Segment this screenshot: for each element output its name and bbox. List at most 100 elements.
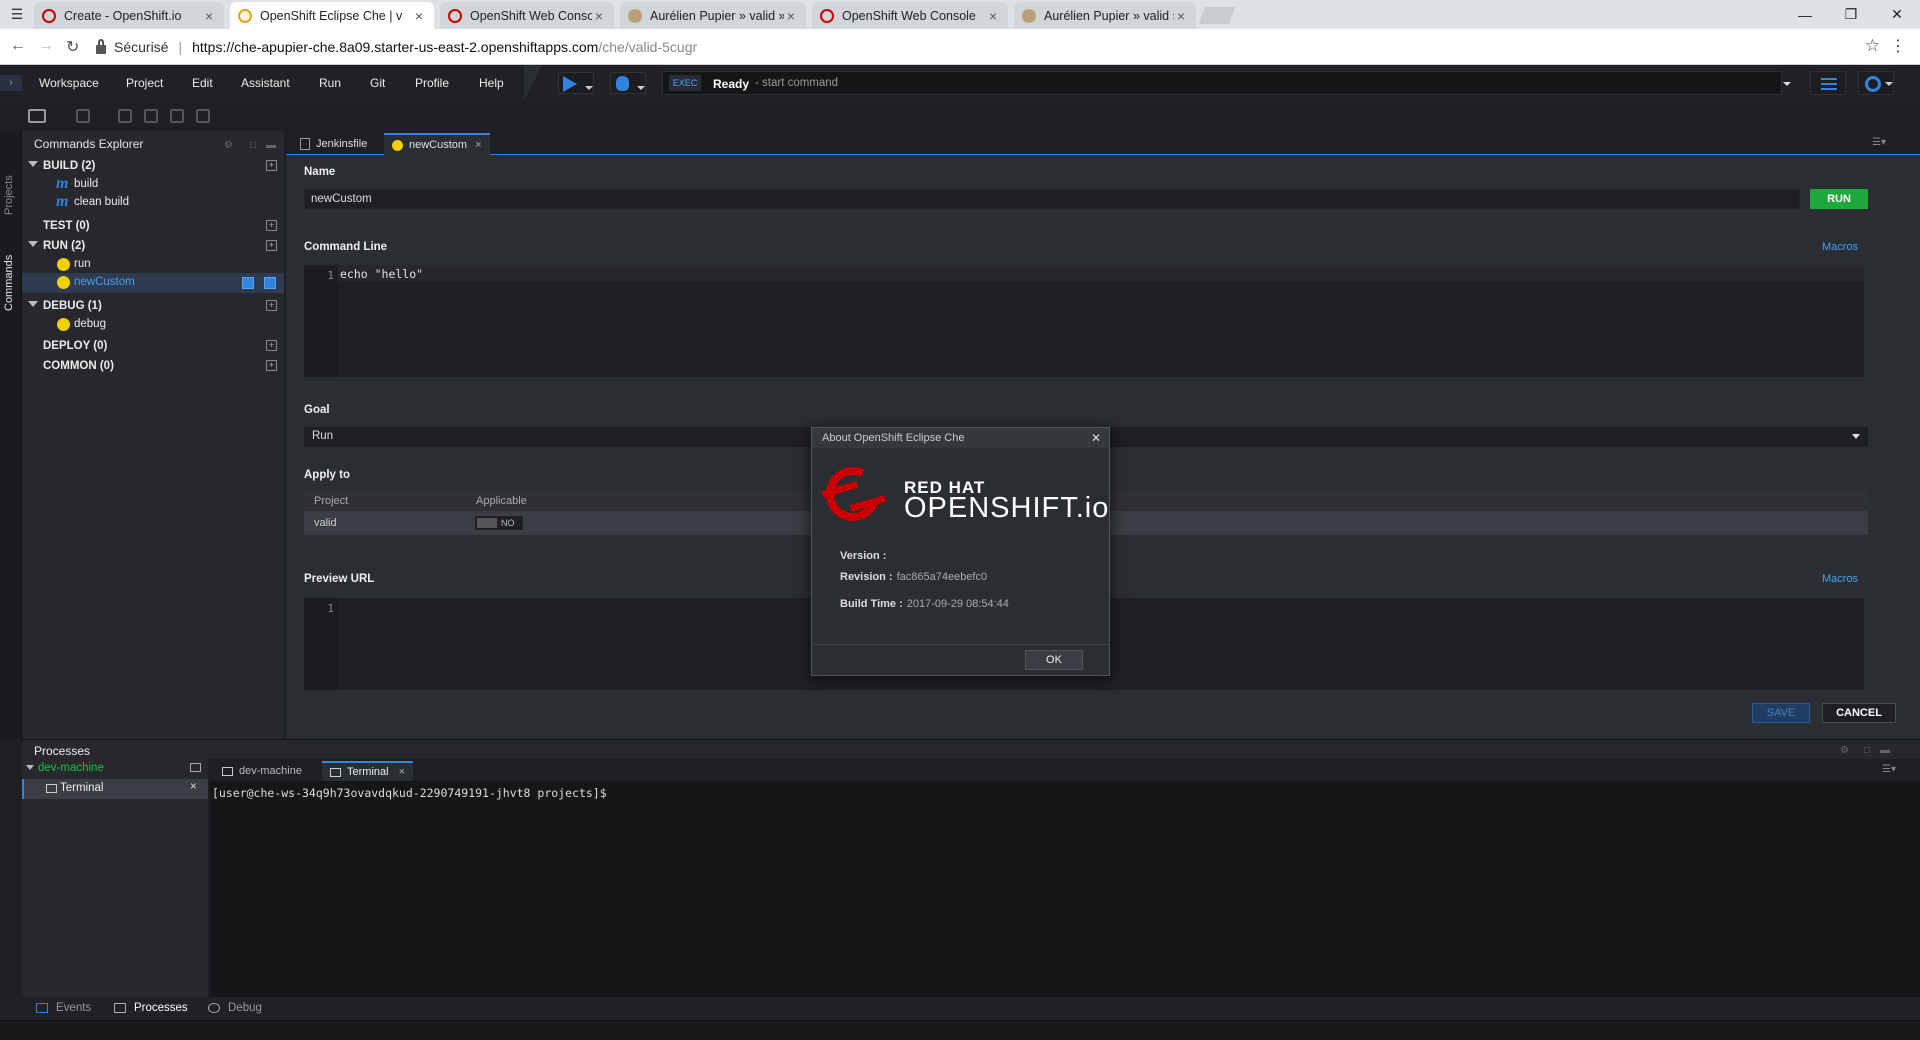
menu-project[interactable]: Project [126, 76, 163, 90]
chevron-down-icon[interactable] [585, 86, 593, 90]
tab-jenkinsfile[interactable]: Jenkinsfile [292, 133, 375, 155]
close-tab-icon[interactable]: × [592, 8, 606, 24]
ok-button[interactable]: OK [1025, 650, 1083, 670]
chevron-down-icon[interactable] [28, 301, 38, 307]
close-tab-icon[interactable]: × [1174, 8, 1188, 24]
panels-toggle-button[interactable] [1810, 71, 1846, 95]
browser-kebab-icon[interactable]: ⋮ [1890, 36, 1906, 56]
browser-tab[interactable]: Aurélien Pupier » valid » × [1014, 2, 1196, 29]
command-line-macros-link[interactable]: Macros [1822, 241, 1858, 253]
add-terminal-icon[interactable] [190, 763, 201, 772]
add-command-icon[interactable]: + [266, 220, 277, 231]
close-tab-icon[interactable]: × [784, 8, 798, 24]
close-tab-icon[interactable]: × [986, 8, 1000, 24]
command-item[interactable]: debug [22, 315, 284, 335]
back-icon[interactable]: ← [10, 37, 26, 55]
browser-tab[interactable]: Aurélien Pupier » valid » × [620, 2, 806, 29]
new-tab-button[interactable] [1198, 7, 1236, 24]
terminal-node[interactable]: Terminal × [22, 779, 208, 799]
minimize-panel-icon[interactable]: ▬ [1880, 745, 1890, 756]
machine-status-button[interactable] [1858, 71, 1894, 95]
chevron-down-icon[interactable] [637, 86, 645, 90]
chevron-down-icon[interactable] [1852, 434, 1860, 439]
group-common[interactable]: COMMON (0) + [22, 357, 284, 377]
command-item[interactable]: m build [22, 175, 284, 195]
command-item-selected[interactable]: newCustom [22, 273, 284, 293]
terminal-menu-icon[interactable]: ☰▾ [1882, 764, 1896, 775]
close-dialog-icon[interactable]: ✕ [1091, 431, 1101, 445]
settings-icon[interactable]: ⚙ [224, 140, 233, 151]
chevron-down-icon[interactable] [1783, 82, 1791, 86]
add-command-icon[interactable]: + [266, 360, 277, 371]
tab-commands[interactable]: Commands [3, 255, 15, 311]
menu-workspace[interactable]: Workspace [39, 76, 99, 90]
close-tab-icon[interactable]: × [399, 766, 405, 778]
menu-help[interactable]: Help [479, 76, 504, 90]
menu-run[interactable]: Run [319, 76, 341, 90]
tab-projects[interactable]: Projects [3, 175, 15, 215]
maximize-icon[interactable]: □ [250, 140, 256, 151]
close-window-icon[interactable]: ✕ [1874, 0, 1920, 29]
browser-tab[interactable]: OpenShift Web Console × [440, 2, 614, 29]
paste-icon[interactable] [170, 109, 184, 123]
cut-icon[interactable] [118, 109, 132, 123]
copy-icon[interactable] [144, 109, 158, 123]
group-test[interactable]: TEST (0) + [22, 217, 284, 237]
debug-toolbar-button[interactable] [610, 72, 646, 94]
group-build[interactable]: BUILD (2) + [22, 157, 284, 177]
browser-menu-icon[interactable]: ☰ [0, 0, 34, 29]
chevron-down-icon[interactable] [28, 161, 38, 167]
restore-icon[interactable]: ❐ [1828, 0, 1874, 29]
delete-command-icon[interactable] [264, 277, 276, 289]
tab-terminal[interactable]: Terminal × [322, 761, 414, 781]
bookmark-star-icon[interactable]: ☆ [1865, 36, 1880, 56]
group-run[interactable]: RUN (2) + [22, 237, 284, 257]
forward-icon[interactable]: → [38, 37, 54, 55]
browser-tab[interactable]: OpenShift Web Console × [812, 2, 1008, 29]
minimize-icon[interactable]: — [1782, 0, 1828, 29]
add-command-icon[interactable]: + [266, 340, 277, 351]
run-command-button[interactable]: RUN [1810, 189, 1868, 209]
delete-icon[interactable] [196, 109, 210, 123]
tab-processes[interactable]: Processes [114, 1002, 188, 1014]
command-selector[interactable]: EXEC Ready - start command [662, 71, 1791, 95]
machine-node[interactable]: dev-machine [22, 759, 208, 779]
menu-profile[interactable]: Profile [415, 76, 449, 90]
close-terminal-icon[interactable]: × [190, 781, 197, 793]
minimize-panel-icon[interactable]: ▬ [266, 140, 276, 151]
close-tab-icon[interactable]: × [475, 139, 481, 151]
chevron-down-icon[interactable] [26, 765, 34, 770]
save-icon[interactable] [76, 109, 90, 123]
close-tab-icon[interactable]: × [202, 8, 216, 24]
applicable-toggle[interactable]: NO [474, 515, 524, 531]
cancel-button[interactable]: CANCEL [1822, 703, 1896, 723]
add-command-icon[interactable]: + [266, 160, 277, 171]
command-item[interactable]: m clean build [22, 193, 284, 213]
menu-edit[interactable]: Edit [192, 76, 213, 90]
tab-debug[interactable]: Debug [208, 1002, 262, 1014]
settings-icon[interactable]: ⚙ [1840, 745, 1849, 756]
menu-git[interactable]: Git [370, 76, 385, 90]
command-item[interactable]: run [22, 255, 284, 275]
open-folder-icon[interactable] [28, 109, 46, 123]
add-command-icon[interactable]: + [266, 300, 277, 311]
chevron-down-icon[interactable] [1885, 82, 1893, 86]
save-button[interactable]: SAVE [1752, 703, 1810, 723]
name-input[interactable]: newCustom [304, 189, 1800, 209]
chevron-down-icon[interactable] [28, 241, 38, 247]
preview-url-macros-link[interactable]: Macros [1822, 573, 1858, 585]
duplicate-command-icon[interactable] [242, 277, 254, 289]
close-tab-icon[interactable]: × [412, 8, 426, 24]
maximize-icon[interactable]: □ [1864, 745, 1870, 756]
tab-dev-machine[interactable]: dev-machine [214, 761, 310, 781]
terminal-prompt[interactable]: [user@che-ws-34q9h73ovavdqkud-2290749191… [212, 786, 607, 800]
reload-icon[interactable]: ↻ [66, 37, 79, 57]
tab-newcustom[interactable]: newCustom × [384, 133, 490, 155]
url-input[interactable]: Sécurisé | https://che-apupier-che.8a09.… [96, 34, 1876, 60]
group-deploy[interactable]: DEPLOY (0) + [22, 337, 284, 357]
code-line[interactable]: echo "hello" [338, 265, 1864, 281]
tab-events[interactable]: Events [36, 1002, 91, 1014]
run-toolbar-button[interactable] [558, 72, 594, 94]
add-command-icon[interactable]: + [266, 240, 277, 251]
menu-assistant[interactable]: Assistant [241, 76, 290, 90]
